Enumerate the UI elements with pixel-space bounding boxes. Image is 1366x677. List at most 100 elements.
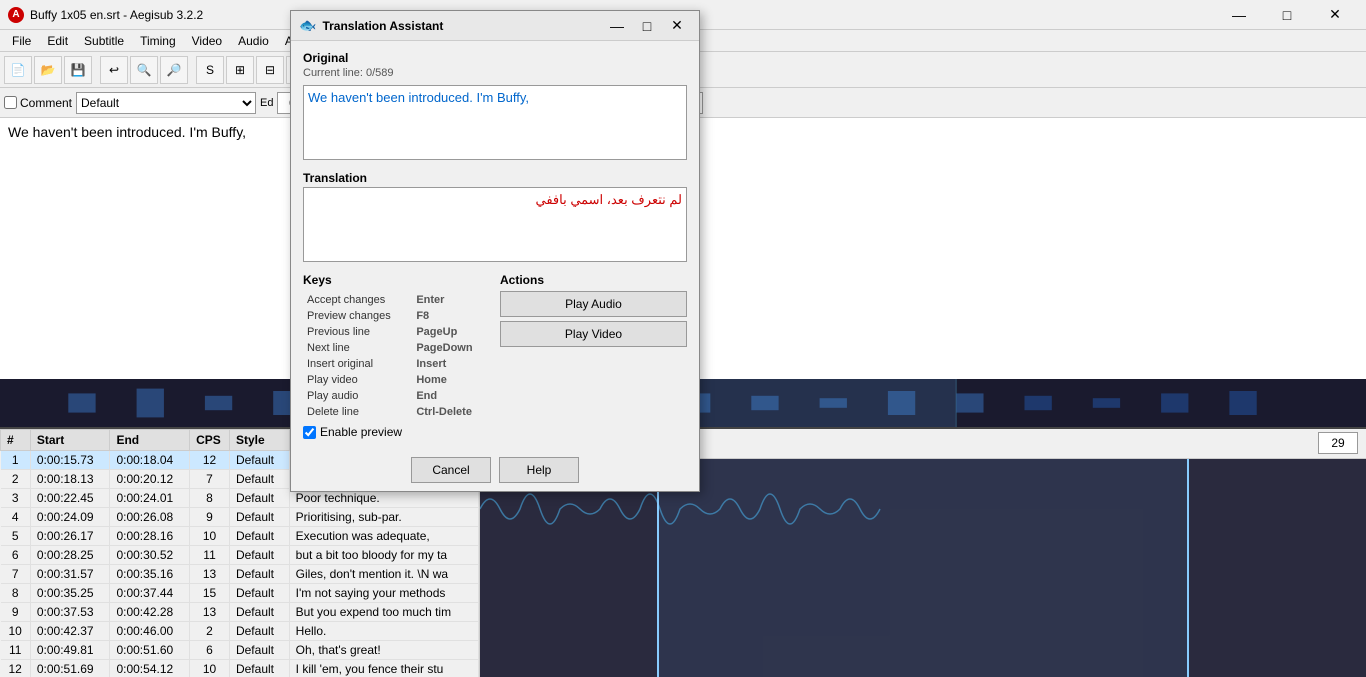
translation-textarea[interactable] [303, 187, 687, 262]
cell-start: 0:00:24.09 [30, 507, 110, 526]
cell-style: Default [229, 488, 289, 507]
frame-num-input[interactable] [1318, 432, 1358, 454]
close-button[interactable]: ✕ [1312, 0, 1358, 30]
toolbar-save[interactable]: 💾 [64, 56, 92, 84]
original-label: Original [303, 51, 687, 65]
toolbar-undo[interactable]: ↩ [100, 56, 128, 84]
enable-preview-label[interactable]: Enable preview [320, 425, 402, 439]
table-row[interactable]: 5 0:00:26.17 0:00:28.16 10 Default Execu… [1, 526, 479, 545]
cell-style: Default [229, 545, 289, 564]
col-style: Style [229, 429, 289, 450]
col-start: Start [30, 429, 110, 450]
dialog-controls: — □ ✕ [603, 15, 691, 37]
table-row[interactable]: 9 0:00:37.53 0:00:42.28 13 Default But y… [1, 602, 479, 621]
cell-end: 0:00:35.16 [110, 564, 190, 583]
cell-text: But you expend too much tim [289, 602, 478, 621]
toolbar-find2[interactable]: 🔎 [160, 56, 188, 84]
cancel-button[interactable]: Cancel [411, 457, 491, 483]
cell-end: 0:00:46.00 [110, 621, 190, 640]
cell-start: 0:00:31.57 [30, 564, 110, 583]
cell-start: 0:00:35.25 [30, 583, 110, 602]
table-row[interactable]: 10 0:00:42.37 0:00:46.00 2 Default Hello… [1, 621, 479, 640]
cell-num: 8 [1, 583, 31, 602]
col-num: # [1, 429, 31, 450]
style-select[interactable]: Default [76, 92, 256, 114]
toolbar-new[interactable]: 📄 [4, 56, 32, 84]
cell-text: I'm not saying your methods [289, 583, 478, 602]
dialog-minimize[interactable]: — [603, 15, 631, 37]
key-value: Home [414, 373, 488, 387]
key-value: Insert [414, 357, 488, 371]
dialog-maximize[interactable]: □ [633, 15, 661, 37]
current-line: Current line: 0/589 [303, 67, 687, 79]
table-row[interactable]: 12 0:00:51.69 0:00:54.12 10 Default I ki… [1, 659, 479, 677]
toolbar-grid1[interactable]: ⊞ [226, 56, 254, 84]
table-row[interactable]: 7 0:00:31.57 0:00:35.16 13 Default Giles… [1, 564, 479, 583]
cell-start: 0:00:26.17 [30, 526, 110, 545]
dialog-titlebar: 🐟 Translation Assistant — □ ✕ [291, 11, 699, 41]
original-textarea[interactable] [303, 85, 687, 160]
translation-assistant-dialog[interactable]: 🐟 Translation Assistant — □ ✕ Original C… [290, 10, 700, 492]
cell-cps: 6 [190, 640, 230, 659]
cell-start: 0:00:42.37 [30, 621, 110, 640]
table-row[interactable]: 11 0:00:49.81 0:00:51.60 6 Default Oh, t… [1, 640, 479, 659]
cell-start: 0:00:22.45 [30, 488, 110, 507]
table-row[interactable]: 6 0:00:28.25 0:00:30.52 11 Default but a… [1, 545, 479, 564]
cell-num: 5 [1, 526, 31, 545]
key-value: Enter [414, 293, 488, 307]
toolbar-grid2[interactable]: ⊟ [256, 56, 284, 84]
key-value: PageDown [414, 341, 488, 355]
maximize-button[interactable]: □ [1264, 0, 1310, 30]
cell-style: Default [229, 450, 289, 469]
enable-preview-checkbox[interactable] [303, 426, 316, 439]
cell-num: 3 [1, 488, 31, 507]
dialog-close[interactable]: ✕ [663, 15, 691, 37]
comment-checkbox[interactable] [4, 96, 17, 109]
cell-style: Default [229, 507, 289, 526]
cell-style: Default [229, 526, 289, 545]
cell-cps: 7 [190, 469, 230, 488]
key-label: Previous line [305, 325, 412, 339]
cell-end: 0:00:37.44 [110, 583, 190, 602]
play-video-button[interactable]: Play Video [500, 321, 687, 347]
key-label: Play video [305, 373, 412, 387]
toolbar-find[interactable]: 🔍 [130, 56, 158, 84]
key-label: Insert original [305, 357, 412, 371]
dialog-footer: Cancel Help [291, 449, 699, 491]
cell-style: Default [229, 640, 289, 659]
keys-actions-row: Keys Accept changes Enter Preview change… [303, 273, 687, 421]
cell-start: 0:00:28.25 [30, 545, 110, 564]
menu-file[interactable]: File [4, 32, 39, 50]
cell-cps: 15 [190, 583, 230, 602]
cell-text: Oh, that's great! [289, 640, 478, 659]
ed-label: Ed [260, 97, 273, 109]
menu-timing[interactable]: Timing [132, 32, 184, 50]
menu-video[interactable]: Video [184, 32, 230, 50]
menu-edit[interactable]: Edit [39, 32, 76, 50]
cell-num: 9 [1, 602, 31, 621]
cell-cps: 13 [190, 602, 230, 621]
table-row[interactable]: 8 0:00:35.25 0:00:37.44 15 Default I'm n… [1, 583, 479, 602]
menu-subtitle[interactable]: Subtitle [76, 32, 132, 50]
key-label: Preview changes [305, 309, 412, 323]
minimize-button[interactable]: — [1216, 0, 1262, 30]
help-button[interactable]: Help [499, 457, 579, 483]
cell-cps: 13 [190, 564, 230, 583]
cell-num: 12 [1, 659, 31, 677]
key-row: Delete line Ctrl-Delete [305, 405, 488, 419]
toolbar-open[interactable]: 📂 [34, 56, 62, 84]
key-row: Previous line PageUp [305, 325, 488, 339]
menu-audio[interactable]: Audio [230, 32, 277, 50]
cell-num: 7 [1, 564, 31, 583]
comment-checkbox-label[interactable]: Comment [4, 96, 72, 110]
keys-section: Keys Accept changes Enter Preview change… [303, 273, 490, 421]
comment-label: Comment [20, 96, 72, 110]
table-row[interactable]: 4 0:00:24.09 0:00:26.08 9 Default Priori… [1, 507, 479, 526]
cell-cps: 10 [190, 659, 230, 677]
window-controls: — □ ✕ [1216, 0, 1358, 30]
cell-text: Hello. [289, 621, 478, 640]
key-row: Insert original Insert [305, 357, 488, 371]
toolbar-style[interactable]: S [196, 56, 224, 84]
play-audio-button[interactable]: Play Audio [500, 291, 687, 317]
app-icon: A [8, 7, 24, 23]
